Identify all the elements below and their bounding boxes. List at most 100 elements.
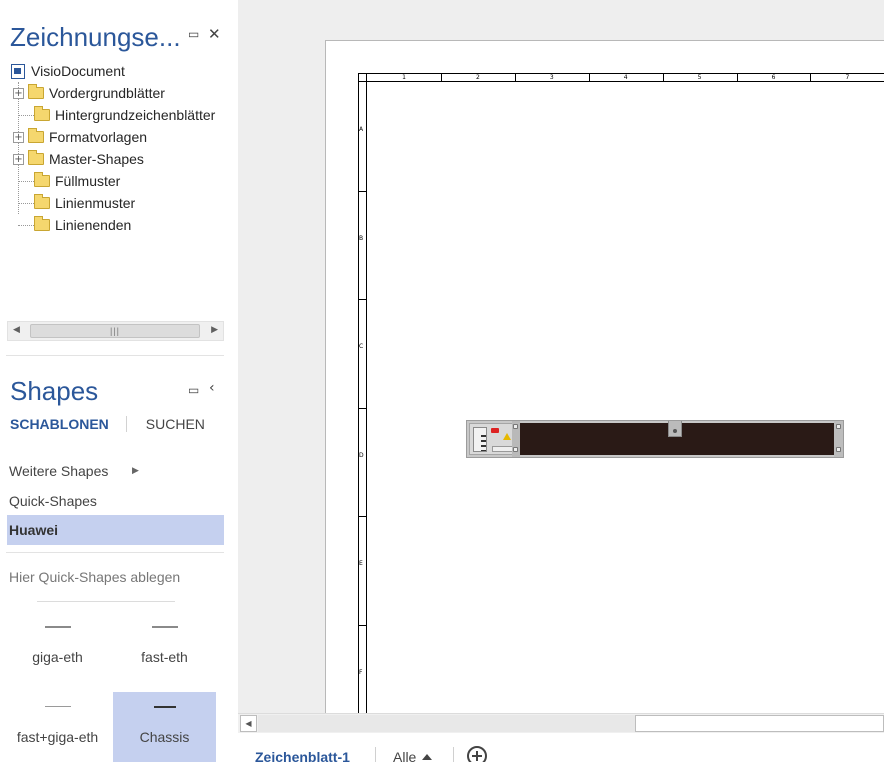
tree-item-hintergrundzeichenblaetter[interactable]: Hintergrundzeichenblätter <box>8 104 230 126</box>
tree-item-linienmuster[interactable]: Linienmuster <box>8 192 230 214</box>
tree-item-vordergrundblaetter[interactable]: + Vordergrundblätter <box>8 82 230 104</box>
shape-tile-fast-eth[interactable]: fast-eth <box>113 612 216 682</box>
tab-search[interactable]: SUCHEN <box>127 416 205 432</box>
tab-separator <box>375 747 376 762</box>
scrollbar-thumb[interactable] <box>635 715 884 732</box>
scroll-left-arrow-icon[interactable]: ◀ <box>13 325 20 335</box>
tree-connector <box>18 180 34 182</box>
expand-plus-icon[interactable]: + <box>13 87 24 99</box>
row-tick <box>358 299 367 300</box>
tree-item-label: Füllmuster <box>55 173 121 189</box>
restore-window-icon[interactable]: ▭ <box>188 383 199 397</box>
left-pane: Zeichnungse... ▭ ✕ VisioDocument + Vorde… <box>0 0 232 762</box>
row-label-band <box>358 73 367 713</box>
folder-icon <box>34 172 50 187</box>
tree-item-label: Formatvorlagen <box>49 129 148 145</box>
screw-icon <box>513 447 518 452</box>
row-tick <box>358 190 367 192</box>
chassis-handle <box>668 421 682 437</box>
row-label: F <box>359 668 363 676</box>
tree-item-linienenden[interactable]: Linienenden <box>8 214 230 236</box>
more-shapes-menu[interactable]: Weitere Shapes ▶ <box>7 456 224 486</box>
drawing-frame <box>358 73 884 713</box>
collapse-pane-icon[interactable]: ‹ <box>209 381 215 395</box>
plus-circle-icon[interactable] <box>467 746 487 762</box>
visio-document-icon <box>11 63 25 79</box>
tab-zeichenblatt-1[interactable]: Zeichenblatt-1 <box>255 749 350 762</box>
shape-label: giga-eth <box>32 649 83 665</box>
canvas-horizontal-scrollbar[interactable]: ◀ <box>238 713 884 733</box>
drop-hint-divider <box>37 601 175 602</box>
tab-stencils[interactable]: SCHABLONEN <box>10 416 127 432</box>
row-tick <box>358 516 367 517</box>
tab-separator <box>453 747 454 762</box>
folder-icon <box>28 128 44 143</box>
folder-icon <box>28 84 44 99</box>
drawing-explorer-title: Zeichnungse... <box>10 22 181 52</box>
tree-connector <box>18 224 34 226</box>
shape-thumbnail <box>151 626 178 628</box>
scrollbar-track[interactable] <box>258 715 635 732</box>
shape-label: Chassis <box>139 729 190 745</box>
shape-label: fast+giga-eth <box>16 729 99 745</box>
row-tick <box>358 624 367 626</box>
screw-icon <box>836 447 841 452</box>
submenu-arrow-icon: ▶ <box>132 466 139 476</box>
shape-tile-fast-giga-eth[interactable]: fast+giga-eth <box>6 692 109 762</box>
chassis-shape-on-canvas[interactable] <box>466 420 844 458</box>
explorer-horizontal-scrollbar[interactable]: ◀ ||| ▶ <box>7 321 224 341</box>
shape-thumbnail <box>44 626 71 628</box>
caret-up-icon <box>422 754 433 760</box>
tree-item-fuellmuster[interactable]: Füllmuster <box>8 170 230 192</box>
tree-item-label: Linienenden <box>55 217 132 233</box>
tree-item-formatvorlagen[interactable]: + Formatvorlagen <box>8 126 230 148</box>
drawing-explorer-tree: VisioDocument + Vordergrundblätter Hinte… <box>8 60 230 236</box>
shape-tile-chassis[interactable]: Chassis <box>113 692 216 762</box>
expand-plus-icon[interactable]: + <box>13 131 24 143</box>
shape-label: fast-eth <box>141 649 188 665</box>
screw-icon <box>836 424 841 429</box>
tree-item-visiodocument[interactable]: VisioDocument <box>8 60 230 82</box>
shape-thumbnail <box>44 706 71 707</box>
tab-all-pages[interactable]: Alle <box>393 749 433 762</box>
shape-tile-giga-eth[interactable]: giga-eth <box>6 612 109 682</box>
column-label: 2 <box>475 74 480 81</box>
tree-connector <box>18 114 34 116</box>
stencil-divider <box>6 552 224 553</box>
row-tick <box>358 407 367 409</box>
close-icon[interactable]: ✕ <box>208 27 221 42</box>
column-label: 4 <box>623 74 628 81</box>
scroll-left-arrow-icon[interactable]: ◀ <box>240 715 257 732</box>
column-label: 7 <box>845 74 850 81</box>
restore-window-icon[interactable]: ▭ <box>188 27 199 41</box>
chassis-control-panel <box>469 423 517 455</box>
tab-all-label: Alle <box>393 749 417 762</box>
row-label: E <box>359 560 363 568</box>
shapes-tabs: SCHABLONEN SUCHEN <box>10 416 205 432</box>
tree-item-master-shapes[interactable]: + Master-Shapes <box>8 148 230 170</box>
row-label: C <box>359 343 364 351</box>
stencil-quick-shapes[interactable]: Quick-Shapes <box>7 486 224 516</box>
tree-connector <box>18 202 34 204</box>
tree-item-label: VisioDocument <box>31 63 125 79</box>
row-label: B <box>359 234 364 242</box>
column-label: 3 <box>549 74 554 81</box>
page-tab-strip: Zeichenblatt-1 Alle <box>238 733 884 762</box>
tree-item-label: Vordergrundblätter <box>49 85 165 101</box>
chassis-power-module <box>473 427 487 452</box>
folder-icon <box>34 194 50 209</box>
scroll-right-arrow-icon[interactable]: ▶ <box>211 325 218 335</box>
scrollbar-thumb[interactable]: ||| <box>30 324 200 338</box>
expand-plus-icon[interactable]: + <box>13 153 24 165</box>
more-shapes-label: Weitere Shapes <box>9 463 109 479</box>
huawei-logo-icon <box>491 428 499 433</box>
folder-icon <box>34 106 50 121</box>
row-label: D <box>359 451 364 459</box>
column-label: 1 <box>402 74 406 81</box>
tree-item-label: Linienmuster <box>55 195 136 211</box>
column-label: 6 <box>771 74 776 81</box>
stencil-huawei[interactable]: Huawei <box>7 515 224 545</box>
row-label: A <box>359 126 364 134</box>
tree-item-label: Hintergrundzeichenblätter <box>55 107 216 123</box>
tree-item-label: Master-Shapes <box>49 151 144 167</box>
